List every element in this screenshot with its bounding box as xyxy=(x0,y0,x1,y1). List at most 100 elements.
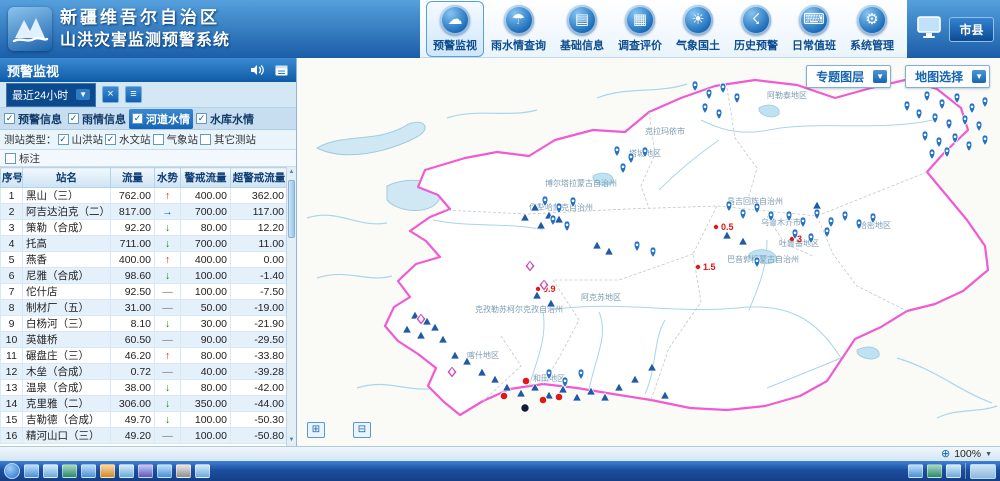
station-row[interactable]: 13温泉（合成）38.00↓80.00-42.00 xyxy=(1,380,288,396)
map-canvas[interactable]: 阿勒泰地区塔城地区克拉玛依市博尔塔拉蒙古自治州伊犁哈萨克自治州昌吉回族自治州乌鲁… xyxy=(297,58,1000,446)
nav-item-预警监视[interactable]: ☁预警监视 xyxy=(426,1,484,57)
panel-menu-button[interactable]: ≡ xyxy=(125,86,142,103)
station-row[interactable]: 14克里雅（二）306.00↓350.00-44.00 xyxy=(1,396,288,412)
nav-item-基础信息[interactable]: ▤基础信息 xyxy=(553,1,611,57)
alert-red-marker[interactable] xyxy=(522,377,530,385)
station-row[interactable]: 1黑山（三）762.00↑400.00362.00 xyxy=(1,188,288,204)
column-header: 流量 xyxy=(111,168,155,188)
start-button[interactable] xyxy=(4,463,20,479)
hydro-station-marker[interactable] xyxy=(982,135,988,146)
station-row[interactable]: 9白杨河（三）8.10↓30.00-21.90 xyxy=(1,316,288,332)
station-row[interactable]: 5燕香400.00↑400.000.00 xyxy=(1,252,288,268)
station-row[interactable]: 3策勒（合成）92.20↓80.0012.20 xyxy=(1,220,288,236)
taskbar-app-icon[interactable] xyxy=(176,464,191,478)
panel-title: 预警监视 xyxy=(7,61,241,80)
flood-station-marker[interactable] xyxy=(517,389,526,397)
map-select-button[interactable]: 地图选择 ▼ xyxy=(905,65,990,88)
nav-item-调查评价[interactable]: ▦调查评价 xyxy=(611,1,669,57)
panel-close-button[interactable]: × xyxy=(102,86,119,103)
taskbar-app-icon[interactable] xyxy=(62,464,77,478)
taskbar-tray-block[interactable] xyxy=(970,464,996,479)
station-row[interactable]: 8制材厂（五）31.00—50.00-19.00 xyxy=(1,300,288,316)
app-title: 新疆维吾尔自治区 山洪灾害监测预警系统 xyxy=(60,7,230,52)
hydro-station-marker[interactable] xyxy=(982,97,988,108)
nav-label: 预警监视 xyxy=(433,37,477,53)
station-cell: 90.00 xyxy=(181,332,231,348)
taskbar-divider xyxy=(965,463,966,479)
nav-item-雨水情查询[interactable]: ☂雨水情查询 xyxy=(484,1,553,57)
calendar-icon[interactable] xyxy=(273,63,289,77)
taskbar-app-icon[interactable] xyxy=(138,464,153,478)
station-row[interactable]: 2阿吉达泊克（二）817.00→700.00117.00 xyxy=(1,204,288,220)
taskbar-app-icon[interactable] xyxy=(81,464,96,478)
taskbar-app-icon[interactable] xyxy=(43,464,58,478)
checkbox-预警信息[interactable]: ✓预警信息 xyxy=(1,109,65,129)
station-row[interactable]: 11碾盘庄（三）46.20↑80.00-33.80 xyxy=(1,348,288,364)
checkbox-标注[interactable]: 标注 xyxy=(4,150,41,167)
taskbar-app-icon[interactable] xyxy=(100,464,115,478)
station-cell: ↑ xyxy=(155,348,181,364)
nav-item-日常值班[interactable]: ⌨日常值班 xyxy=(785,1,843,57)
taskbar-app-icon[interactable] xyxy=(119,464,134,478)
hydro-station-marker[interactable] xyxy=(692,81,698,92)
speaker-icon[interactable] xyxy=(249,63,265,77)
station-row[interactable]: 10英雄桥60.50—90.00-29.50 xyxy=(1,332,288,348)
theme-layer-button[interactable]: 专题图层 ▼ xyxy=(806,65,891,88)
nav-item-历史预警[interactable]: ☇历史预警 xyxy=(727,1,785,57)
scrollbar-thumb[interactable] xyxy=(288,180,295,238)
station-row[interactable]: 12木垒（合成）0.72—40.00-39.28 xyxy=(1,364,288,380)
station-row[interactable]: 7佗什店92.50—100.00-7.50 xyxy=(1,284,288,300)
checkbox-box-icon: ✓ xyxy=(132,113,143,124)
station-name-cell: 吉勒德（合成） xyxy=(23,412,111,428)
city-county-button[interactable]: 市县 xyxy=(949,17,993,42)
time-range-value: 最近24小时 xyxy=(12,87,68,103)
checkbox-水库水情[interactable]: ✓水库水情 xyxy=(193,109,257,129)
station-row[interactable]: 4托高711.00↓700.0011.00 xyxy=(1,236,288,252)
taskbar-tray-icon[interactable] xyxy=(946,464,961,478)
station-row[interactable]: 16精河山口（三）49.20—100.00-50.80 xyxy=(1,428,288,444)
alert-red-marker[interactable] xyxy=(555,393,563,401)
taskbar-app-icon[interactable] xyxy=(157,464,172,478)
station-cell: 117.00 xyxy=(231,204,288,220)
station-cell: ↓ xyxy=(155,236,181,252)
taskbar-tray-icon[interactable] xyxy=(927,464,942,478)
zoom-dropdown-icon[interactable]: ▼ xyxy=(985,451,992,458)
checkbox-气象站[interactable]: 气象站 xyxy=(152,131,200,148)
taskbar-app-icon[interactable] xyxy=(24,464,39,478)
hydro-station-marker[interactable] xyxy=(966,141,972,152)
station-row[interactable]: 15吉勒德（合成）49.70↓100.00-50.30 xyxy=(1,412,288,428)
time-range-select[interactable]: 最近24小时 ▼ xyxy=(6,83,96,107)
station-name-cell: 黑山（三） xyxy=(23,188,111,204)
alert-red-marker[interactable] xyxy=(500,392,508,400)
nav-item-气象国土[interactable]: ☀气象国土 xyxy=(669,1,727,57)
hydro-station-marker[interactable] xyxy=(969,103,975,114)
flood-station-marker[interactable] xyxy=(573,393,582,401)
zoom-level: 100% xyxy=(954,448,981,460)
station-cell: 80.00 xyxy=(181,348,231,364)
station-cell: 11.00 xyxy=(231,236,288,252)
station-name-cell: 佗什店 xyxy=(23,284,111,300)
hydro-station-marker[interactable] xyxy=(944,147,950,158)
taskbar-tray-icon[interactable] xyxy=(908,464,923,478)
checkbox-水文站[interactable]: ✓水文站 xyxy=(104,131,152,148)
taskbar-app-icon[interactable] xyxy=(195,464,210,478)
nav-item-系统管理[interactable]: ⚙系统管理 xyxy=(843,1,901,57)
app-title-line1: 新疆维吾尔自治区 xyxy=(60,7,230,30)
chevron-down-icon: ▼ xyxy=(972,70,986,83)
checkbox-雨情信息[interactable]: ✓雨情信息 xyxy=(65,109,129,129)
alert-dark-marker[interactable] xyxy=(521,404,529,412)
checkbox-山洪站[interactable]: ✓山洪站 xyxy=(57,131,105,148)
main-area: 预警监视 xyxy=(0,58,1000,446)
map-widget-collapse-button[interactable]: ⊟ xyxy=(353,422,371,438)
checkbox-河道水情[interactable]: ✓河道水情 xyxy=(129,109,193,129)
table-scrollbar[interactable]: ▲ ▼ xyxy=(286,167,296,446)
chevron-down-icon: ▼ xyxy=(873,70,887,83)
station-cell: -42.00 xyxy=(231,380,288,396)
hydro-station-marker[interactable] xyxy=(976,121,982,132)
alert-red-marker[interactable] xyxy=(539,396,547,404)
scroll-down-icon[interactable]: ▼ xyxy=(287,435,296,446)
station-row[interactable]: 6尼雅（合成）98.60↓100.00-1.40 xyxy=(1,268,288,284)
checkbox-其它测站[interactable]: 其它测站 xyxy=(199,131,257,148)
scroll-up-icon[interactable]: ▲ xyxy=(287,167,296,178)
map-widget-expand-button[interactable]: ⊞ xyxy=(307,422,325,438)
